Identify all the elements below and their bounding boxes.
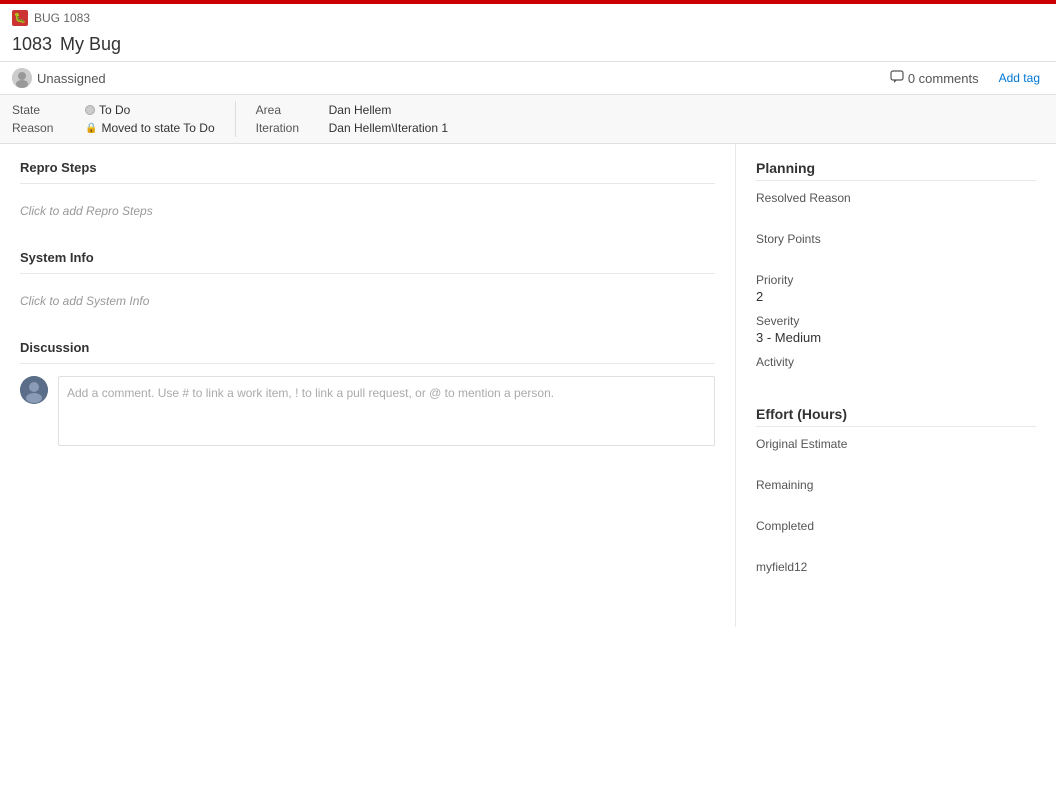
severity-label: Severity	[756, 314, 1036, 328]
remaining-label: Remaining	[756, 478, 1036, 492]
myfield12-label: myfield12	[756, 560, 1036, 574]
right-panel: Planning Resolved Reason Story Points Pr…	[736, 144, 1056, 627]
bug-icon: 🐛	[12, 10, 28, 26]
fields-row: State To Do Reason 🔒 Moved to state To D…	[0, 95, 1056, 144]
assignee-area[interactable]: Unassigned	[12, 68, 106, 88]
activity-row: Activity	[756, 355, 1036, 386]
title-bar-top: 🐛 BUG 1083	[12, 10, 1044, 30]
assignee-label: Unassigned	[37, 71, 106, 86]
area-iteration-field-group: Area Dan Hellem Iteration Dan Hellem\Ite…	[256, 95, 468, 143]
state-dot-icon	[85, 105, 95, 115]
myfield12-row: myfield12	[756, 560, 1036, 591]
activity-label: Activity	[756, 355, 1036, 369]
state-field-row: State To Do	[12, 101, 215, 119]
completed-row: Completed	[756, 519, 1036, 550]
effort-section: Effort (Hours) Original Estimate Remaini…	[756, 406, 1036, 591]
priority-label: Priority	[756, 273, 1036, 287]
story-points-row: Story Points	[756, 232, 1036, 263]
resolved-reason-label: Resolved Reason	[756, 191, 1036, 205]
system-info-title: System Info	[20, 250, 715, 265]
discussion-divider	[20, 363, 715, 364]
work-item-title[interactable]: My Bug	[60, 34, 121, 55]
completed-label: Completed	[756, 519, 1036, 533]
bug-id-label: BUG 1083	[34, 11, 90, 25]
title-bar: 🐛 BUG 1083 1083 My Bug	[0, 4, 1056, 62]
state-label: State	[12, 103, 77, 117]
original-estimate-label: Original Estimate	[756, 437, 1036, 451]
planning-title: Planning	[756, 160, 1036, 176]
state-value[interactable]: To Do	[85, 103, 130, 117]
state-field-group: State To Do Reason 🔒 Moved to state To D…	[12, 95, 235, 143]
completed-value[interactable]	[756, 535, 1036, 550]
resolved-reason-row: Resolved Reason	[756, 191, 1036, 222]
effort-title: Effort (Hours)	[756, 406, 1036, 422]
activity-value[interactable]	[756, 371, 1036, 386]
system-info-input[interactable]: Click to add System Info	[20, 286, 715, 316]
reason-value[interactable]: 🔒 Moved to state To Do	[85, 121, 215, 135]
severity-value[interactable]: 3 - Medium	[756, 330, 1036, 345]
original-estimate-row: Original Estimate	[756, 437, 1036, 468]
reason-label: Reason	[12, 121, 77, 135]
assignee-avatar-icon	[12, 68, 32, 88]
resolved-reason-value[interactable]	[756, 207, 1036, 222]
planning-section: Planning Resolved Reason Story Points Pr…	[756, 160, 1036, 386]
repro-steps-section: Repro Steps Click to add Repro Steps	[20, 160, 715, 226]
lock-icon: 🔒	[85, 123, 97, 134]
priority-value[interactable]: 2	[756, 289, 1036, 304]
system-info-section: System Info Click to add System Info	[20, 250, 715, 316]
discussion-section: Discussion Add a comment. Use # to link …	[20, 340, 715, 446]
main-content: Repro Steps Click to add Repro Steps Sys…	[0, 144, 1056, 627]
discussion-title: Discussion	[20, 340, 715, 355]
add-tag-button[interactable]: Add tag	[995, 71, 1044, 85]
iteration-value[interactable]: Dan Hellem\Iteration 1	[329, 121, 448, 135]
comment-input[interactable]: Add a comment. Use # to link a work item…	[58, 376, 715, 446]
system-info-divider	[20, 273, 715, 274]
remaining-row: Remaining	[756, 478, 1036, 509]
repro-steps-input[interactable]: Click to add Repro Steps	[20, 196, 715, 226]
user-avatar	[20, 376, 48, 404]
fields-vertical-divider	[235, 101, 236, 137]
severity-row: Severity 3 - Medium	[756, 314, 1036, 345]
story-points-value[interactable]	[756, 248, 1036, 263]
iteration-field-row: Iteration Dan Hellem\Iteration 1	[256, 119, 448, 137]
effort-divider	[756, 426, 1036, 427]
comments-area[interactable]: 0 comments	[890, 70, 979, 87]
remaining-value[interactable]	[756, 494, 1036, 509]
reason-field-row: Reason 🔒 Moved to state To Do	[12, 119, 215, 137]
iteration-label: Iteration	[256, 121, 321, 135]
priority-row: Priority 2	[756, 273, 1036, 304]
myfield12-value[interactable]	[756, 576, 1036, 591]
comment-box: Add a comment. Use # to link a work item…	[20, 376, 715, 446]
comments-count: 0 comments	[908, 71, 979, 86]
area-field-row: Area Dan Hellem	[256, 101, 448, 119]
work-item-id: 1083	[12, 34, 52, 55]
comment-placeholder: Add a comment. Use # to link a work item…	[67, 386, 554, 400]
left-panel: Repro Steps Click to add Repro Steps Sys…	[0, 144, 736, 627]
planning-divider	[756, 180, 1036, 181]
original-estimate-value[interactable]	[756, 453, 1036, 468]
work-item-title-row: 1083 My Bug	[12, 30, 1044, 61]
area-label: Area	[256, 103, 321, 117]
comment-icon	[890, 70, 904, 87]
metadata-bar: Unassigned 0 comments Add tag	[0, 62, 1056, 95]
area-value[interactable]: Dan Hellem	[329, 103, 392, 117]
repro-steps-divider	[20, 183, 715, 184]
story-points-label: Story Points	[756, 232, 1036, 246]
repro-steps-title: Repro Steps	[20, 160, 715, 175]
